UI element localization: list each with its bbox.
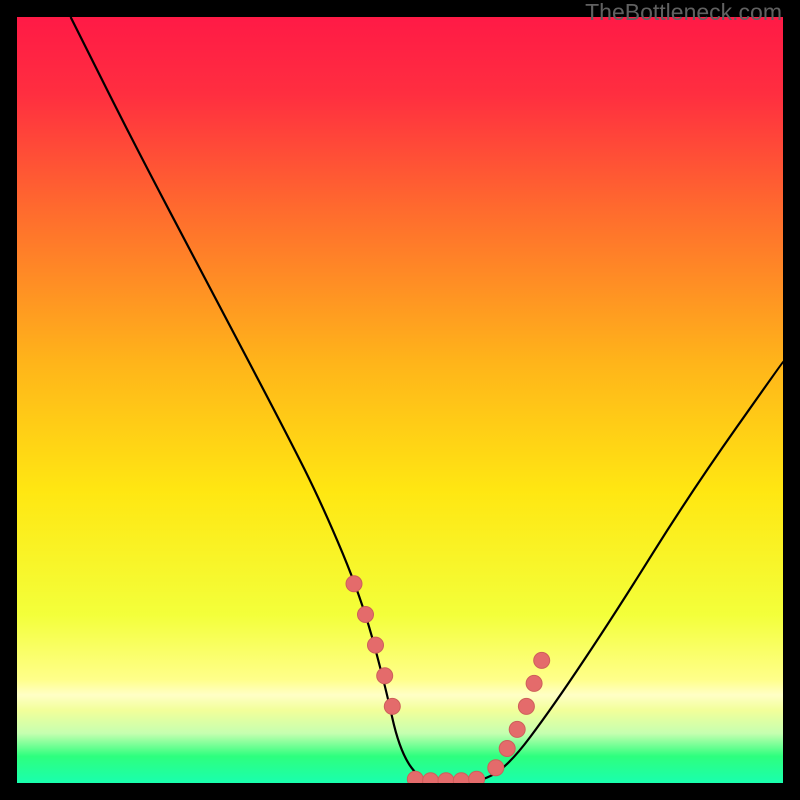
plot-frame — [17, 17, 783, 783]
bottleneck-curve — [71, 17, 783, 783]
watermark-text: TheBottleneck.com — [585, 0, 782, 26]
plot-svg — [17, 17, 783, 783]
dot — [534, 652, 550, 668]
dot — [407, 771, 423, 783]
dot — [377, 668, 393, 684]
dot — [526, 675, 542, 691]
dot — [518, 698, 534, 714]
dot — [438, 773, 454, 783]
dot — [488, 760, 504, 776]
dot — [358, 607, 374, 623]
dot — [499, 741, 515, 757]
dot — [368, 637, 384, 653]
dot — [509, 721, 525, 737]
dot — [346, 576, 362, 592]
dot — [469, 771, 485, 783]
dot — [384, 698, 400, 714]
dot — [453, 773, 469, 783]
dot — [423, 773, 439, 783]
